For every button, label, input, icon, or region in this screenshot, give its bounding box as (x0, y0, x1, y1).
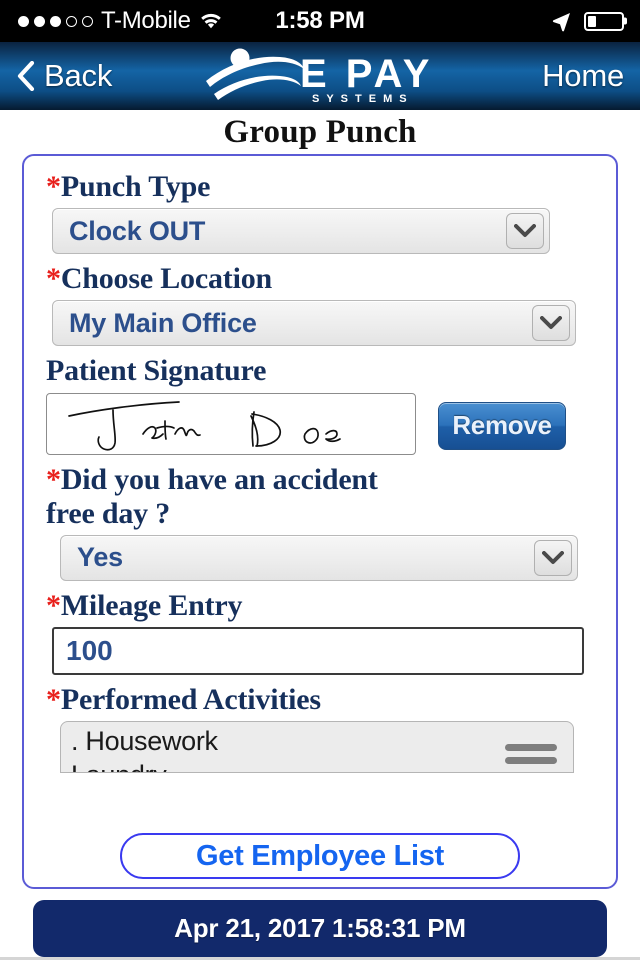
svg-text:E PAY: E PAY (300, 52, 433, 96)
drag-handle-icon[interactable] (505, 744, 557, 765)
svg-text:SYSTEMS: SYSTEMS (312, 93, 414, 105)
accident-free-select[interactable]: Yes (60, 534, 578, 581)
home-button[interactable]: Home (542, 58, 624, 94)
get-employee-list-button[interactable]: Get Employee List (120, 833, 520, 879)
list-item[interactable]: . Housework (71, 724, 573, 758)
punch-type-value: Clock OUT (69, 215, 206, 246)
required-asterisk: * (46, 262, 61, 296)
required-asterisk: * (46, 462, 61, 496)
battery-icon (584, 11, 624, 31)
accident-free-question-label: *Did you have an accident free day ? (46, 462, 378, 530)
performed-activities-list[interactable]: . Housework Laundry (60, 721, 574, 774)
page-title: Group Punch (223, 114, 417, 150)
home-button-label: Home (542, 58, 624, 93)
required-asterisk: * (46, 170, 61, 203)
signature-canvas[interactable] (46, 392, 416, 455)
chevron-down-icon[interactable] (534, 539, 572, 576)
status-bar: T-Mobile 1:58 PM (0, 0, 640, 42)
signal-strength-icon (18, 15, 93, 27)
group-punch-form: *Punch Type Clock OUT *Choose Location M… (22, 154, 618, 889)
timestamp-bar: Apr 21, 2017 1:58:31 PM (33, 900, 607, 957)
performed-activities-label: *Performed Activities (46, 683, 321, 717)
required-asterisk: * (46, 588, 61, 622)
punch-type-label: *Punch Type (46, 170, 211, 203)
mileage-entry-input[interactable]: 100 (52, 627, 584, 676)
carrier-label: T-Mobile (101, 7, 191, 34)
chevron-down-icon[interactable] (506, 213, 544, 250)
wifi-icon (199, 11, 223, 31)
punch-type-select[interactable]: Clock OUT (52, 208, 550, 255)
mileage-entry-label: *Mileage Entry (46, 588, 243, 622)
status-bar-left: T-Mobile (18, 7, 223, 35)
choose-location-select[interactable]: My Main Office (52, 300, 576, 347)
signature-row: Remove (46, 392, 594, 455)
location-arrow-icon (551, 11, 572, 32)
accident-free-value: Yes (77, 542, 123, 573)
choose-location-label: *Choose Location (46, 262, 272, 296)
patient-signature-label: Patient Signature (46, 354, 267, 388)
chevron-down-icon[interactable] (532, 305, 570, 342)
required-asterisk: * (46, 683, 61, 717)
remove-signature-button[interactable]: Remove (438, 401, 566, 450)
navigation-bar: Back E PAY SYSTEMS Home (0, 42, 640, 110)
choose-location-value: My Main Office (69, 307, 257, 338)
back-button-label: Back (44, 58, 113, 93)
status-bar-right (551, 0, 624, 42)
list-item[interactable]: Laundry (71, 758, 573, 772)
back-button[interactable]: Back (16, 58, 112, 94)
chevron-left-icon (16, 61, 36, 91)
